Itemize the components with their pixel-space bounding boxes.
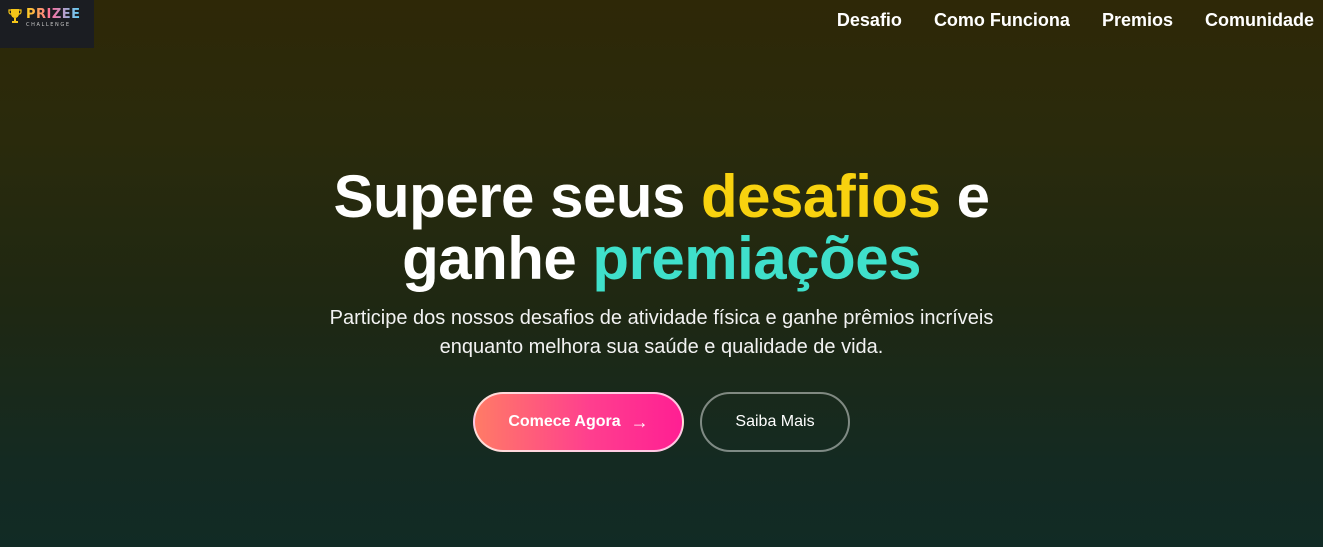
hero-title-text: e [940, 163, 990, 230]
hero-title-highlight-desafios: desafios [701, 163, 941, 230]
hero-title-line2: ganhe premiações [402, 225, 921, 292]
hero-title-text: Supere seus [333, 163, 702, 230]
hero-title-line1: Supere seus desafios e [333, 163, 991, 230]
hero-title: Supere seus desafios e ganhe premiações [0, 166, 1323, 290]
hero-title-text: ganhe [402, 225, 593, 292]
logo-wordmark: PRIZEE [26, 7, 81, 22]
main-nav: Desafio Como Funciona Premios Comunidade [837, 8, 1314, 32]
saiba-mais-button[interactable]: Saiba Mais [700, 392, 850, 452]
comece-agora-button[interactable]: Comece Agora → [473, 392, 684, 452]
hero-actions: Comece Agora → Saiba Mais [0, 392, 1323, 452]
hero-section: Supere seus desafios e ganhe premiações … [0, 166, 1323, 452]
saiba-mais-label: Saiba Mais [735, 413, 815, 430]
brand-logo[interactable]: PRIZEE CHALLENGE [0, 0, 94, 48]
trophy-icon [8, 9, 22, 23]
hero-subtitle-line2: enquanto melhora sua saúde e qualidade d… [439, 336, 884, 358]
nav-item-desafio[interactable]: Desafio [837, 8, 902, 32]
nav-item-premios[interactable]: Premios [1102, 8, 1173, 32]
logo-tagline: CHALLENGE [26, 22, 71, 28]
nav-item-como-funciona[interactable]: Como Funciona [934, 8, 1070, 32]
logo-text: PRIZEE CHALLENGE [26, 8, 81, 28]
nav-item-comunidade[interactable]: Comunidade [1205, 8, 1314, 32]
hero-title-highlight-premiacoes: premiações [592, 225, 921, 292]
arrow-right-icon: → [630, 411, 649, 432]
hero-subtitle-line1: Participe dos nossos desafios de ativida… [329, 307, 994, 329]
comece-agora-label: Comece Agora [508, 413, 621, 430]
hero-subtitle: Participe dos nossos desafios de ativida… [282, 304, 1042, 362]
